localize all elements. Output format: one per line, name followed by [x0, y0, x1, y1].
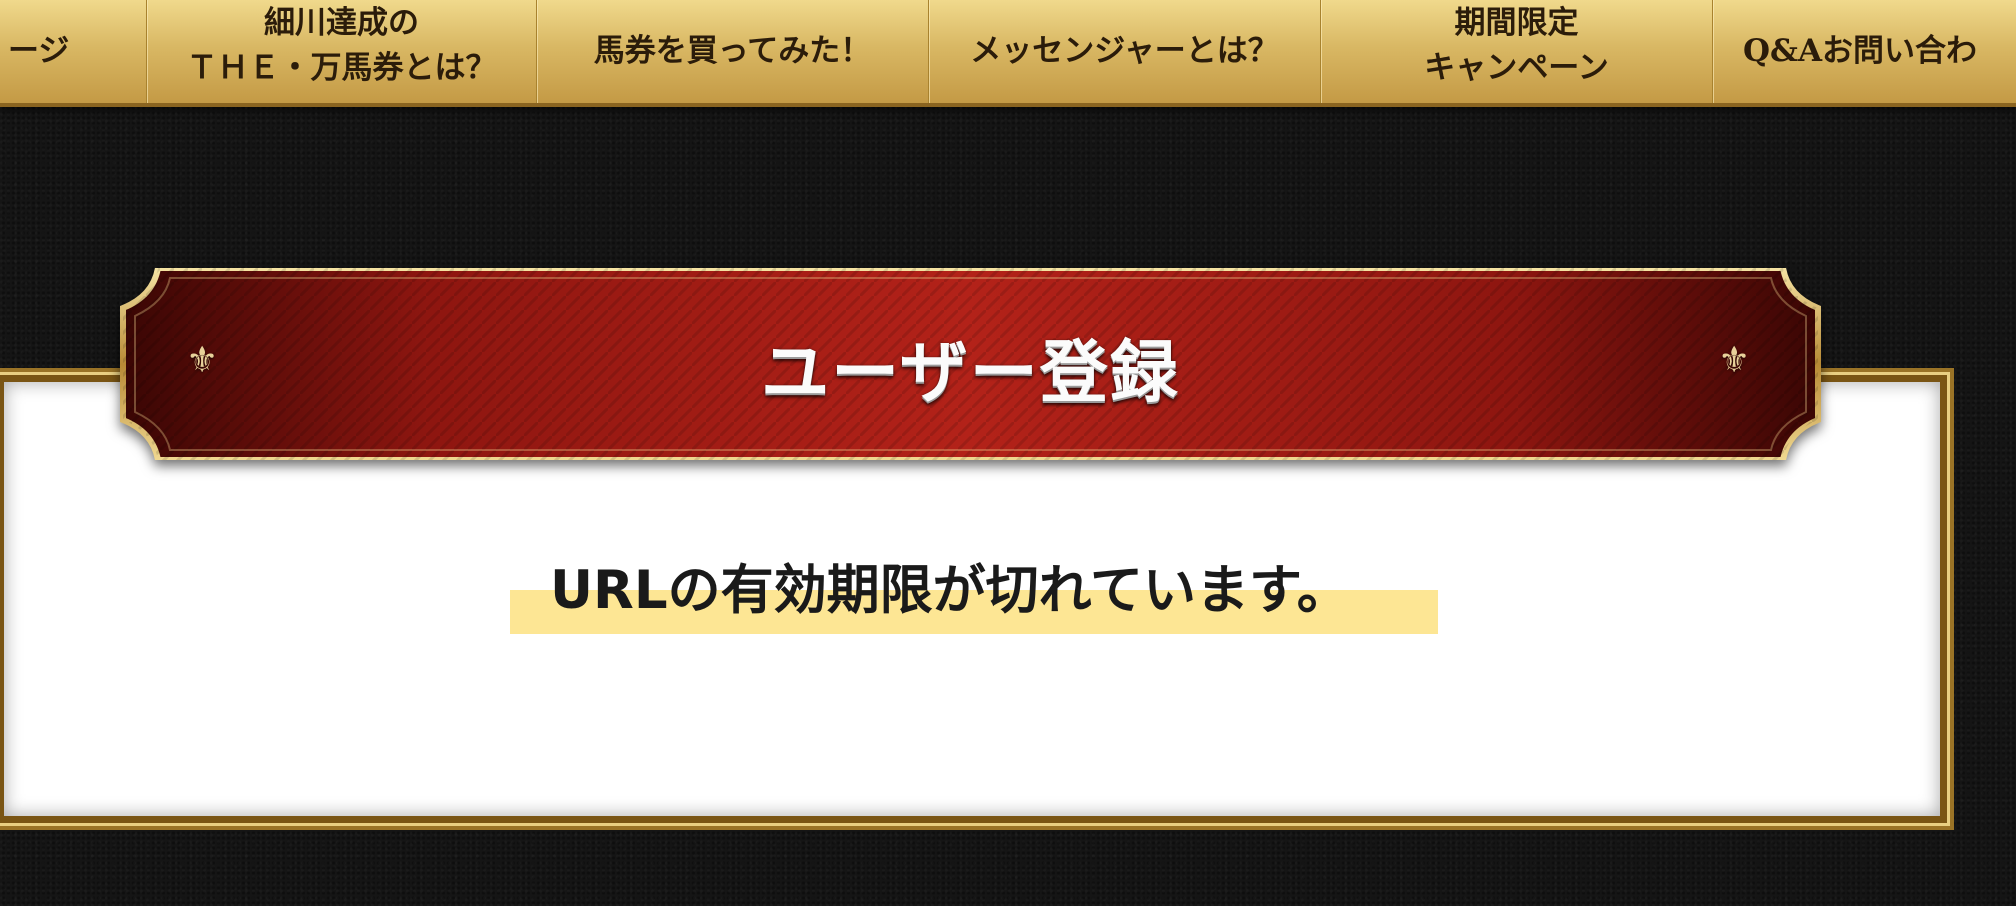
nav-item-label-line1: 期間限定	[1454, 4, 1579, 41]
nav-item-label: Q&Aお問い合わ	[1743, 33, 1978, 69]
nav-item-label: メッセンジャーとは？	[970, 33, 1279, 69]
global-nav: ージ 細川達成の ＴＨＥ・万馬券とは？ 馬券を買ってみた！ メッセンジャーとは？…	[0, 0, 2016, 107]
nav-item-qa-contact[interactable]: Q&Aお問い合わ	[1712, 0, 2016, 103]
status-message: URLの有効期限が切れています。	[510, 554, 1438, 634]
nav-item-bought-tickets[interactable]: 馬券を買ってみた！	[536, 0, 928, 103]
nav-item-label-line1: 細川達成の	[264, 4, 419, 41]
section-title-banner: ⚜ ⚜ ユーザー登録	[118, 268, 1823, 460]
nav-item-label: 馬券を買ってみた！	[593, 33, 872, 69]
page-title: ユーザー登録	[761, 332, 1180, 413]
nav-item-about-the-manbaken[interactable]: 細川達成の ＴＨＥ・万馬券とは？	[146, 0, 536, 103]
nav-item-label-line2: ＴＨＥ・万馬券とは？	[186, 49, 497, 86]
nav-item-label-line2: キャンペーン	[1424, 49, 1609, 86]
url-expired-message: URLの有効期限が切れています。	[550, 560, 1350, 621]
nav-item-top-page[interactable]: ージ	[0, 0, 146, 103]
nav-item-what-is-messenger[interactable]: メッセンジャーとは？	[928, 0, 1320, 103]
nav-item-label: ージ	[8, 33, 70, 69]
nav-item-limited-campaign[interactable]: 期間限定 キャンペーン	[1320, 0, 1712, 103]
